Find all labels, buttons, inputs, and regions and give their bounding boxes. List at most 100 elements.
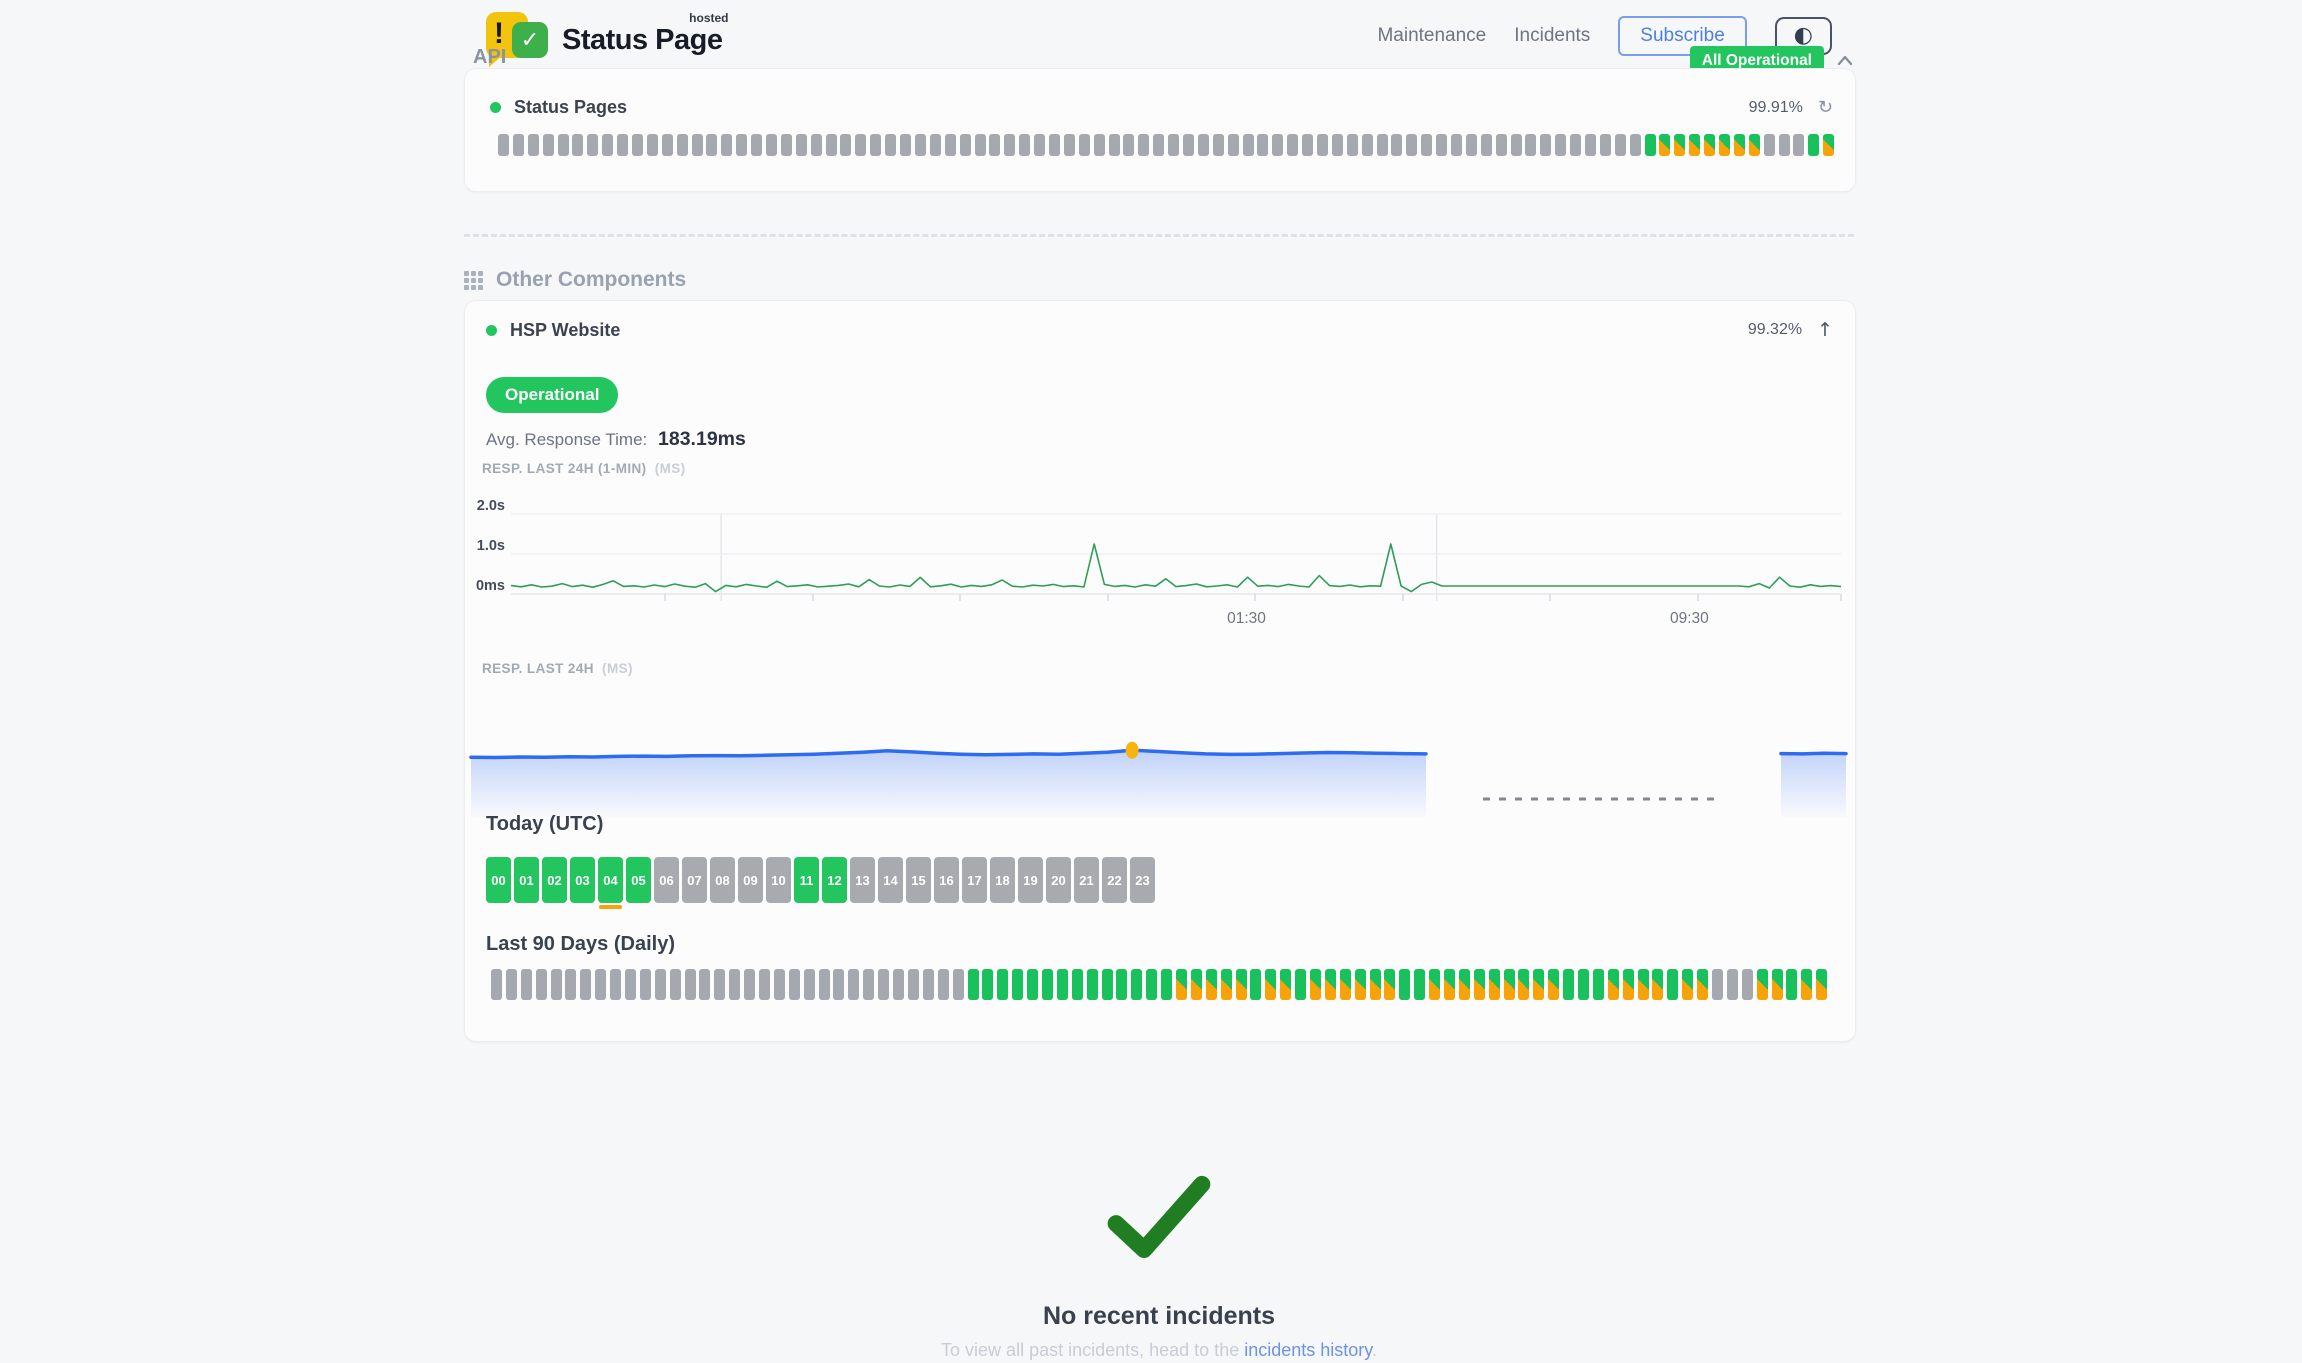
uptime-bar[interactable]: [513, 134, 524, 156]
hour-block[interactable]: 13: [850, 857, 875, 903]
uptime-bar[interactable]: [1391, 134, 1402, 156]
uptime-bar[interactable]: [1593, 969, 1604, 1000]
hour-block[interactable]: 09: [738, 857, 763, 903]
uptime-bar[interactable]: [975, 134, 986, 156]
uptime-bar[interactable]: [1779, 134, 1790, 156]
uptime-bar[interactable]: [789, 969, 800, 1000]
uptime-bar[interactable]: [1004, 134, 1015, 156]
hour-block[interactable]: 10: [766, 857, 791, 903]
uptime-bar[interactable]: [796, 134, 807, 156]
uptime-bar[interactable]: [1459, 969, 1470, 1000]
uptime-bar[interactable]: [1221, 969, 1232, 1000]
nav-maintenance[interactable]: Maintenance: [1377, 25, 1486, 47]
uptime-bar[interactable]: [1176, 969, 1187, 1000]
uptime-bar[interactable]: [1793, 134, 1804, 156]
uptime-bar[interactable]: [908, 969, 919, 1000]
uptime-bar[interactable]: [662, 134, 673, 156]
uptime-bar[interactable]: [1623, 969, 1634, 1000]
hour-block[interactable]: 21: [1074, 857, 1099, 903]
uptime-bar[interactable]: [804, 969, 815, 1000]
uptime-bar[interactable]: [1570, 134, 1581, 156]
uptime-bar[interactable]: [1287, 134, 1298, 156]
uptime-bar[interactable]: [833, 969, 844, 1000]
uptime-bar[interactable]: [1228, 134, 1239, 156]
uptime-bar[interactable]: [1704, 134, 1715, 156]
incidents-history-link[interactable]: incidents history: [1244, 1340, 1372, 1360]
hour-block[interactable]: 01: [514, 857, 539, 903]
uptime-bar[interactable]: [1682, 969, 1693, 1000]
hour-block[interactable]: 11: [794, 857, 819, 903]
uptime-bar[interactable]: [1734, 134, 1745, 156]
uptime-bar[interactable]: [1042, 969, 1053, 1000]
uptime-bar[interactable]: [1087, 969, 1098, 1000]
uptime-bar[interactable]: [1064, 134, 1075, 156]
uptime-bar[interactable]: [1355, 969, 1366, 1000]
uptime-bar[interactable]: [1399, 969, 1410, 1000]
uptime-bar[interactable]: [1511, 134, 1522, 156]
nav-incidents[interactable]: Incidents: [1514, 25, 1590, 47]
uptime-bar[interactable]: [595, 969, 606, 1000]
uptime-bar[interactable]: [1786, 969, 1797, 1000]
uptime-bar[interactable]: [632, 134, 643, 156]
uptime-bar[interactable]: [863, 969, 874, 1000]
hour-block[interactable]: 07: [682, 857, 707, 903]
hour-block[interactable]: 00: [486, 857, 511, 903]
uptime-bar[interactable]: [1481, 134, 1492, 156]
uptime-bar[interactable]: [819, 969, 830, 1000]
hour-block[interactable]: 03: [570, 857, 595, 903]
hour-block[interactable]: 19: [1018, 857, 1043, 903]
uptime-bar[interactable]: [1451, 134, 1462, 156]
uptime-bar[interactable]: [1816, 969, 1827, 1000]
uptime-bar[interactable]: [1533, 969, 1544, 1000]
uptime-bar[interactable]: [655, 969, 666, 1000]
uptime-bar[interactable]: [848, 969, 859, 1000]
uptime-bar[interactable]: [915, 134, 926, 156]
uptime-bar[interactable]: [1749, 134, 1760, 156]
uptime-bar[interactable]: [1757, 969, 1768, 1000]
uptime-bar[interactable]: [1102, 969, 1113, 1000]
hour-block[interactable]: 22: [1102, 857, 1127, 903]
uptime-bar[interactable]: [1659, 134, 1670, 156]
uptime-bar[interactable]: [1057, 969, 1068, 1000]
hour-block[interactable]: 02: [542, 857, 567, 903]
uptime-bar[interactable]: [885, 134, 896, 156]
uptime-bar[interactable]: [1280, 969, 1291, 1000]
uptime-bar[interactable]: [1764, 134, 1775, 156]
hour-block[interactable]: 17: [962, 857, 987, 903]
hour-block[interactable]: 15: [906, 857, 931, 903]
uptime-bar[interactable]: [1034, 134, 1045, 156]
uptime-bar[interactable]: [1168, 134, 1179, 156]
uptime-bar[interactable]: [1823, 134, 1834, 156]
uptime-bar[interactable]: [498, 134, 509, 156]
uptime-bar[interactable]: [1525, 134, 1536, 156]
uptime-bar[interactable]: [1727, 969, 1738, 1000]
uptime-bar[interactable]: [1578, 969, 1589, 1000]
uptime-bar[interactable]: [685, 969, 696, 1000]
hour-block[interactable]: 08: [710, 857, 735, 903]
chart-marker-dot[interactable]: [1126, 742, 1139, 759]
uptime-bar[interactable]: [1183, 134, 1194, 156]
uptime-bar[interactable]: [1094, 134, 1105, 156]
uptime-bar[interactable]: [953, 969, 964, 1000]
uptime-bar[interactable]: [1414, 969, 1425, 1000]
uptime-bar[interactable]: [989, 134, 1000, 156]
uptime-bar[interactable]: [1191, 969, 1202, 1000]
uptime-bar[interactable]: [1504, 969, 1515, 1000]
uptime-bar[interactable]: [647, 134, 658, 156]
uptime-bar[interactable]: [1257, 134, 1268, 156]
uptime-bar[interactable]: [1265, 969, 1276, 1000]
uptime-bar[interactable]: [766, 134, 777, 156]
uptime-bar[interactable]: [1630, 134, 1641, 156]
uptime-bar[interactable]: [1772, 969, 1783, 1000]
uptime-bar[interactable]: [1466, 134, 1477, 156]
uptime-bar[interactable]: [1719, 134, 1730, 156]
uptime-bar[interactable]: [677, 134, 688, 156]
uptime-bar[interactable]: [1808, 134, 1819, 156]
hour-block[interactable]: 12: [822, 857, 847, 903]
uptime-bar[interactable]: [774, 969, 785, 1000]
uptime-bar[interactable]: [1019, 134, 1030, 156]
uptime-bar[interactable]: [855, 134, 866, 156]
uptime-bar[interactable]: [736, 134, 747, 156]
hour-block[interactable]: 06: [654, 857, 679, 903]
hour-block[interactable]: 05: [626, 857, 651, 903]
